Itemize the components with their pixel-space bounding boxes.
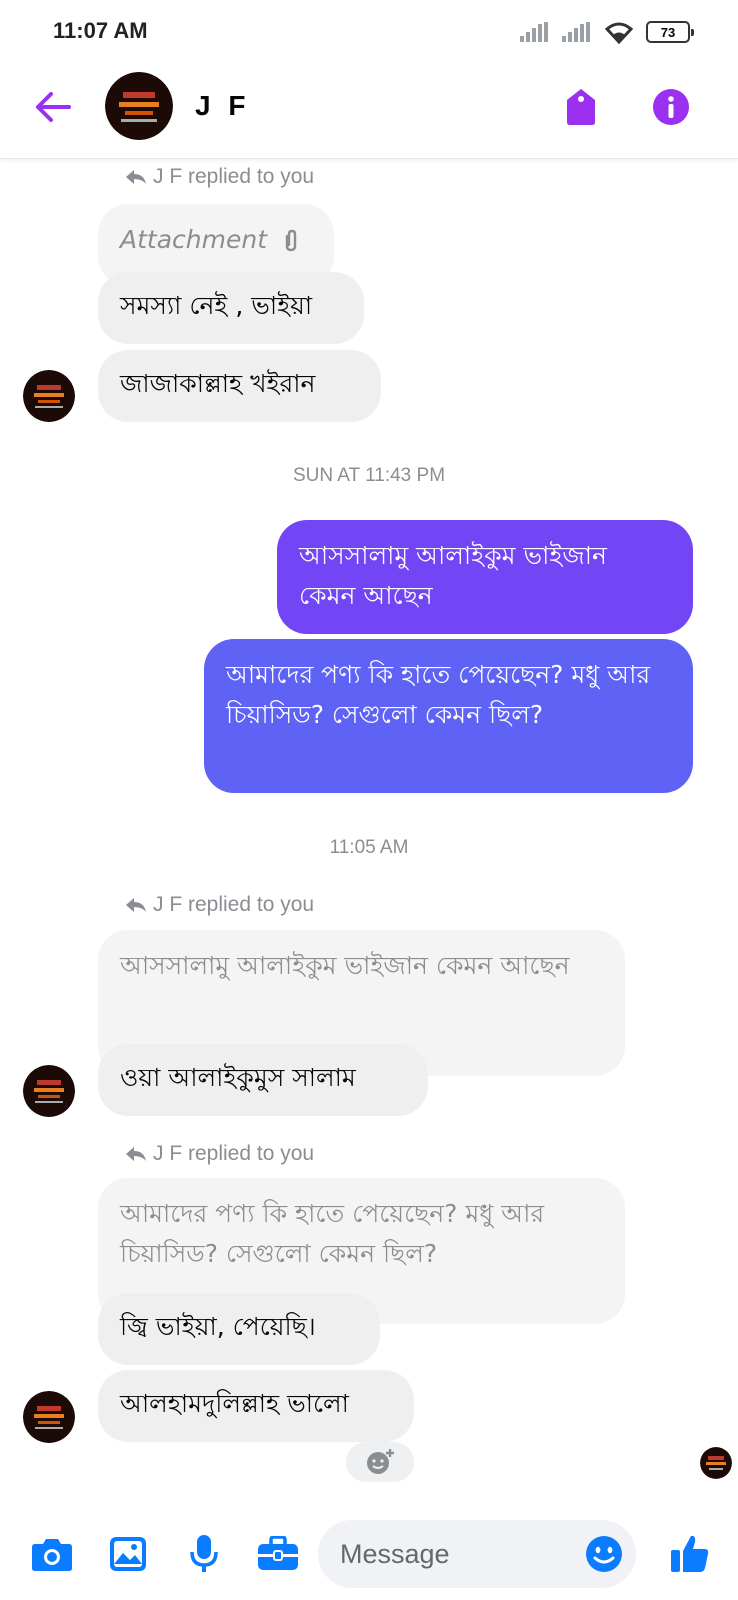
signal-icon (520, 22, 548, 42)
chat-header: J F (0, 66, 738, 159)
timestamp: 11:05 AM (329, 837, 409, 858)
sender-avatar[interactable] (23, 370, 75, 422)
emoji-icon (586, 1536, 622, 1572)
add-reaction-button[interactable] (346, 1442, 414, 1482)
reply-indicator-label: J F replied to you (153, 1142, 315, 1165)
outgoing-message[interactable]: আমাদের পণ্য কি হাতে পেয়েছেন? মধু আর চিয… (204, 639, 693, 793)
reply-indicator-label: J F replied to you (153, 893, 315, 916)
microphone-icon (190, 1535, 218, 1572)
thumbs-up-icon (671, 1535, 709, 1572)
contact-name[interactable]: J F (195, 90, 250, 122)
composer-bar (0, 1508, 738, 1600)
add-reaction-icon (367, 1449, 394, 1474)
arrow-left-icon (36, 92, 71, 122)
business-tools-button[interactable] (254, 1530, 302, 1578)
outgoing-message[interactable]: আসসালামু আলাইকুম ভাইজান কেমন আছেন (277, 520, 693, 634)
message-bubble[interactable]: সমস্যা নেই , ভাইয়া (98, 272, 364, 344)
wifi-icon (604, 22, 634, 44)
info-icon (653, 89, 689, 125)
reply-indicator: J F replied to you (125, 165, 314, 189)
info-button[interactable] (650, 86, 692, 128)
gallery-button[interactable] (104, 1530, 152, 1578)
battery-indicator: 73 (646, 21, 694, 43)
seen-avatar (700, 1447, 732, 1479)
signal-icon-2 (562, 22, 590, 42)
status-icons: 73 (520, 20, 694, 44)
like-button[interactable] (666, 1530, 714, 1578)
message-bubble[interactable]: জাজাকাল্লাহ খইরান (98, 350, 381, 422)
message-bubble[interactable]: জ্বি ভাইয়া, পেয়েছি। (98, 1293, 380, 1365)
tag-button[interactable] (560, 86, 602, 128)
sender-avatar[interactable] (23, 1391, 75, 1443)
status-bar: 11:07 AM 73 (0, 0, 738, 66)
image-icon (110, 1537, 146, 1571)
emoji-button[interactable] (582, 1532, 626, 1576)
camera-button[interactable] (28, 1530, 76, 1578)
briefcase-icon (258, 1536, 298, 1570)
attachment-label: Attachment (120, 225, 267, 254)
sender-avatar[interactable] (23, 1065, 75, 1117)
timestamp: SUN AT 11:43 PM (292, 465, 446, 486)
reply-icon (126, 1147, 146, 1161)
voice-button[interactable] (180, 1530, 228, 1578)
message-bubble[interactable]: আলহামদুলিল্লাহ ভালো (98, 1370, 414, 1442)
status-time: 11:07 AM (53, 18, 148, 43)
reply-icon (126, 170, 146, 184)
contact-avatar[interactable] (105, 72, 173, 140)
reply-icon (126, 898, 146, 912)
paperclip-icon (285, 229, 297, 252)
reply-indicator-label: J F replied to you (153, 165, 315, 188)
tag-icon (567, 89, 595, 125)
message-bubble[interactable]: ওয়া আলাইকুমুস সালাম (98, 1044, 428, 1116)
reply-indicator: J F replied to you (125, 1142, 314, 1166)
camera-icon (32, 1539, 72, 1571)
back-button[interactable] (30, 84, 76, 130)
reply-indicator: J F replied to you (125, 893, 314, 917)
